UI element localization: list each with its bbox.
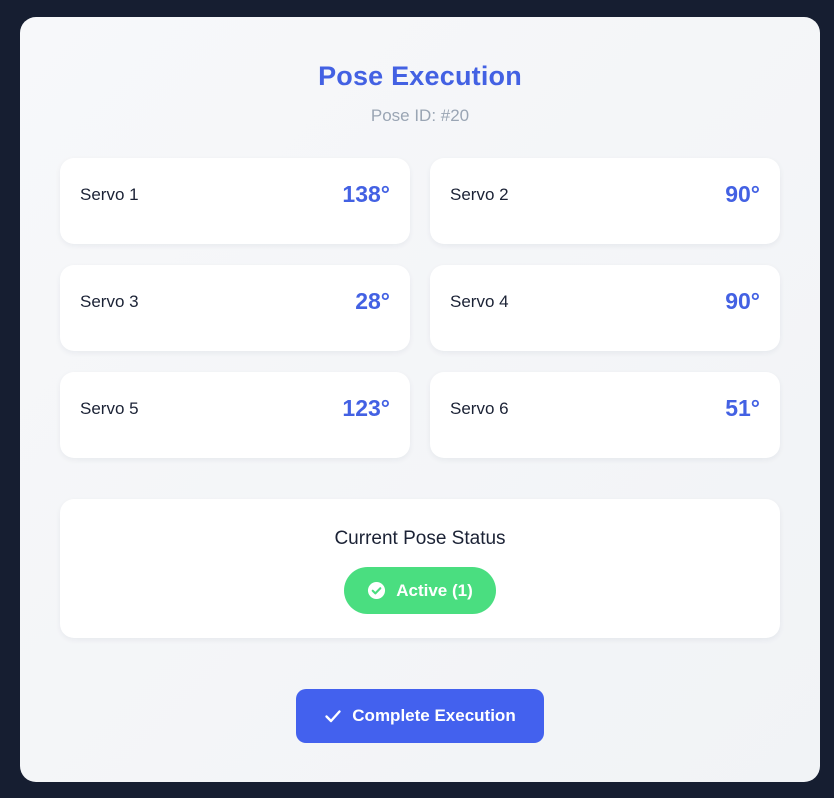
servo-card-6: Servo 6 51° <box>430 372 780 458</box>
pose-id-label: Pose ID: #20 <box>370 106 470 125</box>
servo-angle: 90° <box>725 288 760 314</box>
servo-card-2: Servo 2 90° <box>430 158 780 244</box>
pose-execution-panel: Pose Execution Pose ID: #20 Servo 1 138°… <box>20 17 820 782</box>
status-badge: Active (1) <box>344 567 496 614</box>
servo-card-1: Servo 1 138° <box>60 158 410 244</box>
servo-label: Servo 4 <box>450 292 509 311</box>
servo-card-5: Servo 5 123° <box>60 372 410 458</box>
servo-label: Servo 1 <box>80 185 139 204</box>
servo-label: Servo 6 <box>450 399 509 418</box>
servo-label: Servo 2 <box>450 185 509 204</box>
servo-card-3: Servo 3 28° <box>60 265 410 351</box>
status-badge-label: Active (1) <box>396 580 473 600</box>
check-circle-icon <box>368 581 386 600</box>
pose-status-card: Current Pose Status Active (1) <box>60 499 780 638</box>
servo-angle: 138° <box>342 181 390 207</box>
servo-label: Servo 5 <box>80 399 139 418</box>
servo-angle: 123° <box>342 395 390 421</box>
complete-button-label: Complete Execution <box>352 706 516 725</box>
complete-execution-button[interactable]: Complete Execution <box>296 689 544 743</box>
page-title: Pose Execution <box>318 61 522 91</box>
servo-card-4: Servo 4 90° <box>430 265 780 351</box>
servo-angle: 28° <box>355 288 390 314</box>
servo-grid: Servo 1 138° Servo 2 90° Servo 3 28° Ser… <box>60 158 780 458</box>
servo-angle: 90° <box>725 181 760 207</box>
servo-label: Servo 3 <box>80 292 139 311</box>
status-title: Current Pose Status <box>334 528 506 549</box>
servo-angle: 51° <box>725 395 760 421</box>
check-icon <box>325 710 341 723</box>
